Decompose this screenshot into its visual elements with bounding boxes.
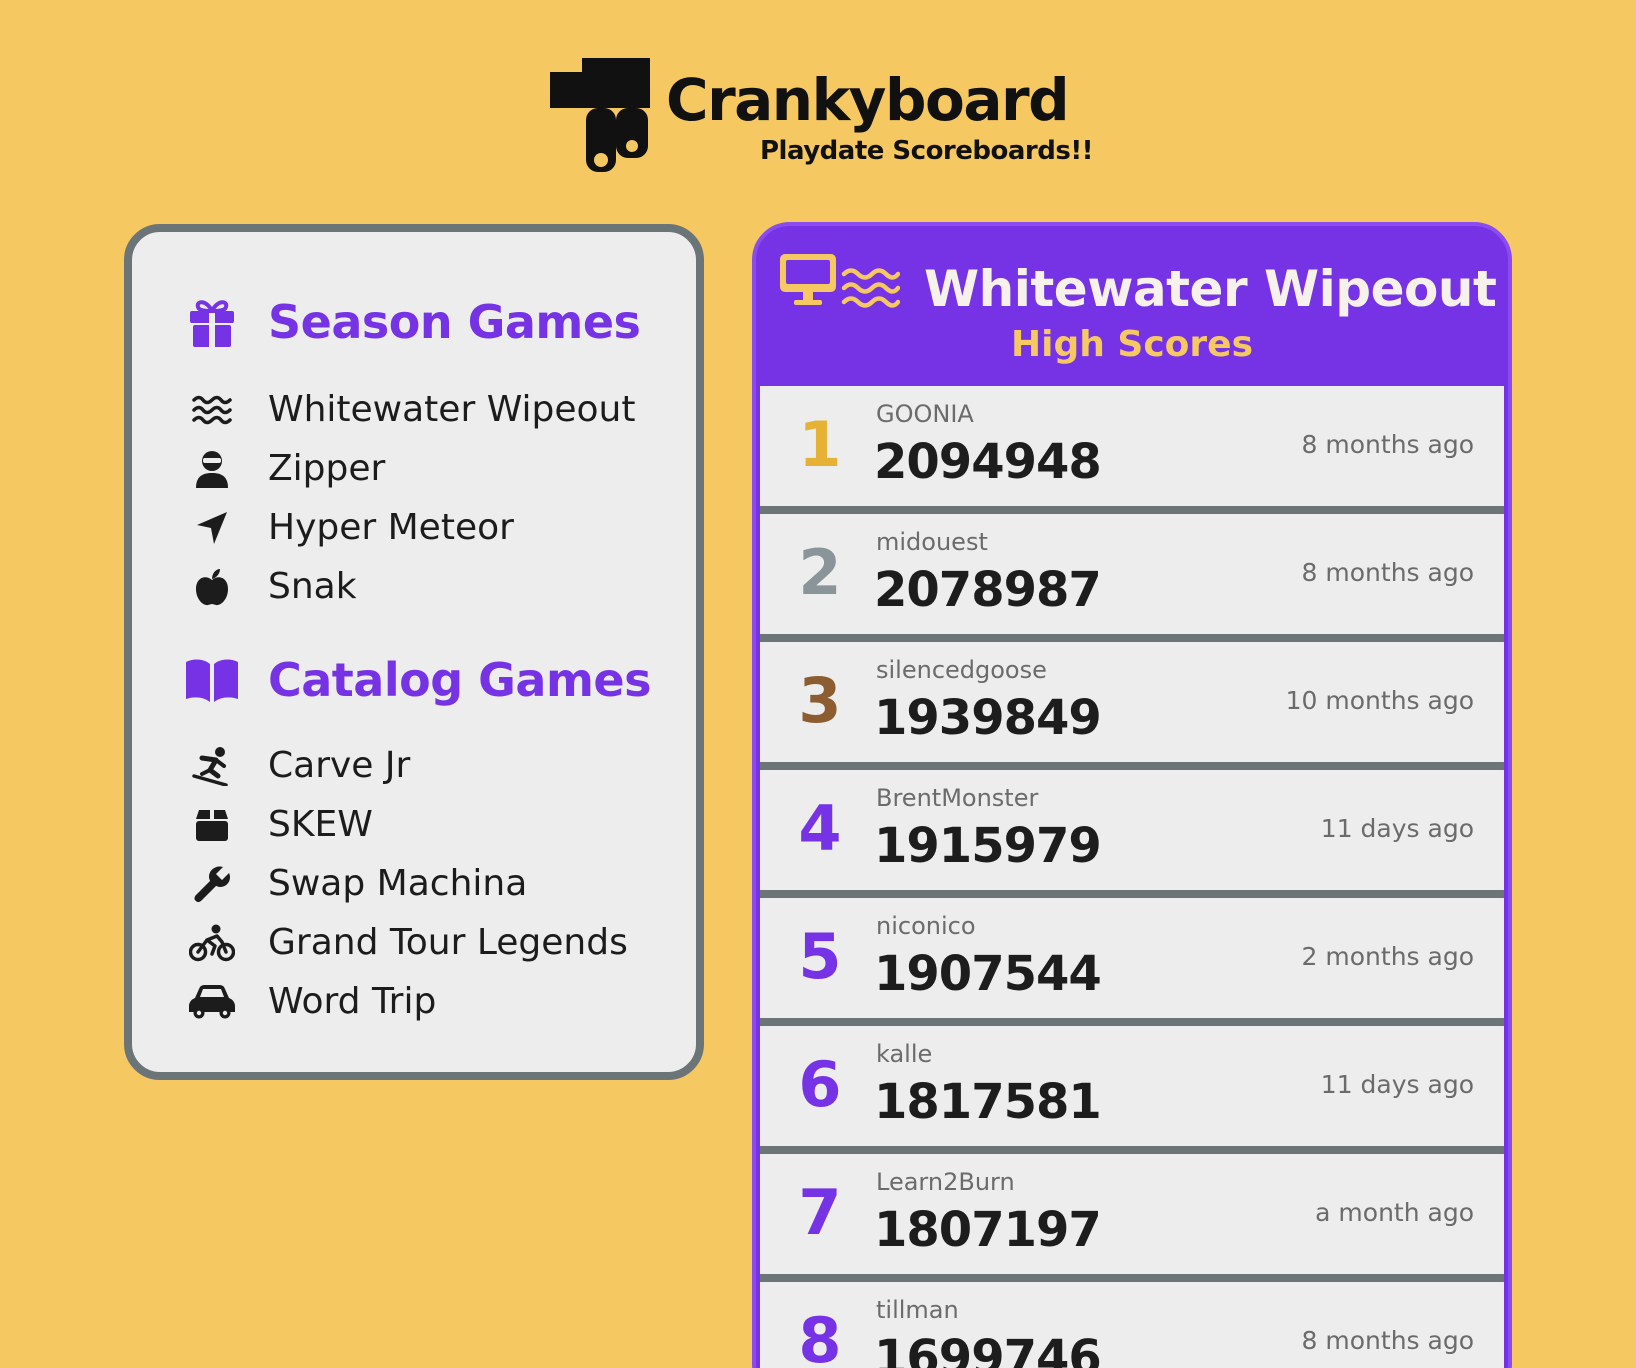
score-value: 1915979: [874, 818, 1102, 874]
season-game-hyper-meteor[interactable]: Hyper Meteor: [184, 498, 635, 557]
rank-number: 2: [798, 536, 842, 609]
rank-number: 7: [798, 1176, 842, 1249]
season-games-heading: Season Games: [184, 294, 641, 350]
score-time: 2 months ago: [1301, 942, 1474, 971]
score-value: 1907544: [874, 946, 1102, 1002]
score-value: 1807197: [874, 1202, 1102, 1258]
score-value: 1699746: [874, 1330, 1102, 1368]
rank-number: 1: [798, 408, 842, 481]
score-row: 4 BrentMonster 1915979 11 days ago: [760, 770, 1504, 898]
board-title: Whitewater Wipeout: [924, 260, 1497, 318]
catalog-game-swap-machina[interactable]: Swap Machina: [184, 854, 628, 913]
score-row: 1 GOONIA 2094948 8 months ago: [760, 386, 1504, 514]
season-games-title: Season Games: [268, 295, 641, 349]
score-time: 10 months ago: [1285, 686, 1474, 715]
game-label: Carve Jr: [268, 745, 411, 786]
game-label: SKEW: [268, 804, 373, 845]
score-time: 11 days ago: [1320, 1070, 1474, 1099]
score-value: 1817581: [874, 1074, 1102, 1130]
score-row: 5 niconico 1907544 2 months ago: [760, 898, 1504, 1026]
catalog-games-heading: Catalog Games: [184, 652, 651, 708]
rank-number: 4: [798, 792, 842, 865]
board-header-icons: [780, 254, 900, 308]
catalog-game-grand-tour-legends[interactable]: Grand Tour Legends: [184, 913, 628, 972]
score-value: 1939849: [874, 690, 1102, 746]
bicycle-icon: [184, 923, 240, 963]
crankyboard-logo-icon: [550, 58, 650, 172]
rank-number: 3: [798, 664, 842, 737]
season-games-list: Whitewater Wipeout Zipper Hyper Meteor S…: [184, 380, 635, 616]
car-icon: [184, 982, 240, 1022]
season-game-snak[interactable]: Snak: [184, 557, 635, 616]
player-name[interactable]: Learn2Burn: [876, 1168, 1015, 1196]
score-value: 2094948: [874, 434, 1102, 490]
monitor-icon: [780, 254, 836, 305]
board-header: Whitewater Wipeout High Scores: [756, 226, 1508, 386]
catalog-game-carve-jr[interactable]: Carve Jr: [184, 736, 628, 795]
high-scores-board: Whitewater Wipeout High Scores 1 GOONIA …: [752, 222, 1512, 1368]
gift-icon: [184, 294, 240, 350]
snowboarding-icon: [184, 746, 240, 786]
water-waves-icon: [841, 268, 900, 308]
game-label: Whitewater Wipeout: [268, 389, 636, 430]
game-label: Word Trip: [268, 981, 437, 1022]
site-logo[interactable]: Crankyboard Playdate Scoreboards!!: [550, 58, 1094, 178]
score-value: 2078987: [874, 562, 1102, 618]
location-arrow-icon: [184, 508, 240, 548]
site-subtitle: Playdate Scoreboards!!: [760, 136, 1094, 166]
season-game-whitewater-wipeout[interactable]: Whitewater Wipeout: [184, 380, 635, 439]
score-time: 11 days ago: [1320, 814, 1474, 843]
box-icon: [184, 805, 240, 845]
catalog-game-skew[interactable]: SKEW: [184, 795, 628, 854]
water-waves-icon: [184, 390, 240, 430]
score-row: 6 kalle 1817581 11 days ago: [760, 1026, 1504, 1154]
player-name[interactable]: BrentMonster: [876, 784, 1038, 812]
apple-icon: [184, 567, 240, 607]
score-time: 8 months ago: [1301, 558, 1474, 587]
site-title: Crankyboard: [666, 66, 1070, 134]
player-name[interactable]: GOONIA: [876, 400, 974, 428]
games-sidebar: Season Games Whitewater Wipeout Zipper H…: [124, 224, 704, 1080]
score-list: 1 GOONIA 2094948 8 months ago 2 midouest…: [760, 386, 1504, 1368]
rank-number: 8: [798, 1304, 842, 1368]
player-name[interactable]: niconico: [876, 912, 976, 940]
rank-number: 6: [798, 1048, 842, 1121]
player-name[interactable]: kalle: [876, 1040, 932, 1068]
user-ninja-icon: [184, 449, 240, 489]
game-label: Swap Machina: [268, 863, 528, 904]
score-time: 8 months ago: [1301, 1326, 1474, 1355]
score-row: 7 Learn2Burn 1807197 a month ago: [760, 1154, 1504, 1282]
game-label: Zipper: [268, 448, 386, 489]
player-name[interactable]: silencedgoose: [876, 656, 1047, 684]
game-label: Hyper Meteor: [268, 507, 514, 548]
score-row: 8 tillman 1699746 8 months ago: [760, 1282, 1504, 1368]
catalog-games-title: Catalog Games: [268, 653, 651, 707]
catalog-game-word-trip[interactable]: Word Trip: [184, 972, 628, 1031]
rank-number: 5: [798, 920, 842, 993]
board-subtitle: High Scores: [1011, 324, 1253, 365]
wrench-icon: [184, 864, 240, 904]
season-game-zipper[interactable]: Zipper: [184, 439, 635, 498]
player-name[interactable]: midouest: [876, 528, 988, 556]
player-name[interactable]: tillman: [876, 1296, 959, 1324]
open-book-icon: [184, 652, 240, 708]
score-row: 3 silencedgoose 1939849 10 months ago: [760, 642, 1504, 770]
game-label: Snak: [268, 566, 357, 607]
score-time: a month ago: [1315, 1198, 1474, 1227]
catalog-games-list: Carve Jr SKEW Swap Machina Grand Tour Le…: [184, 736, 628, 1031]
score-time: 8 months ago: [1301, 430, 1474, 459]
score-row: 2 midouest 2078987 8 months ago: [760, 514, 1504, 642]
game-label: Grand Tour Legends: [268, 922, 628, 963]
